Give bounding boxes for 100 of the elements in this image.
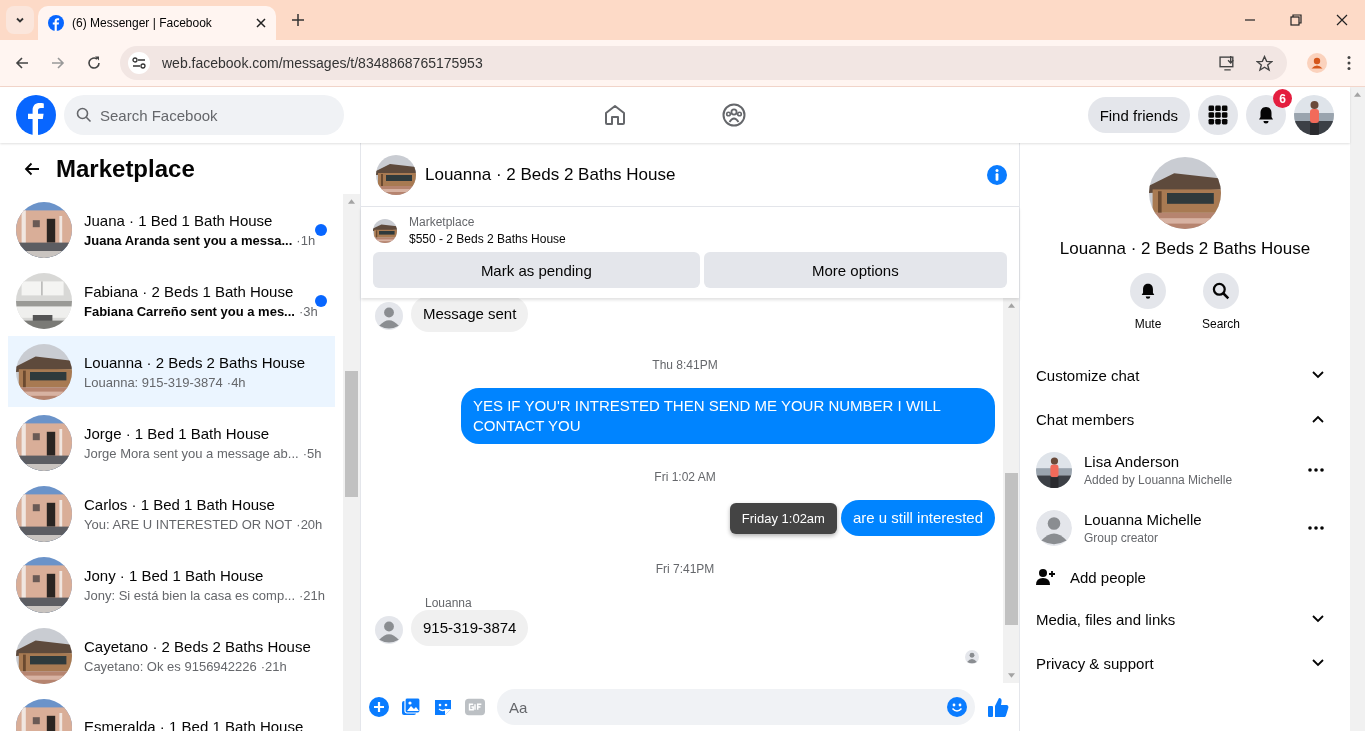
message-time: ·21h xyxy=(299,587,326,603)
message-field[interactable]: Aa xyxy=(497,689,975,725)
sender-name: Louanna xyxy=(425,596,472,610)
listing-action-button[interactable]: Mark as pending xyxy=(373,252,700,288)
back-icon[interactable] xyxy=(14,55,30,71)
default-avatar-icon xyxy=(965,650,979,664)
menu-button[interactable] xyxy=(1198,95,1238,135)
tab-title: (6) Messenger | Facebook xyxy=(72,16,213,30)
conversation-title: Fabiana · 2 Beds 1 Bath House xyxy=(84,282,295,300)
plus-icon[interactable] xyxy=(369,697,389,717)
message-bubble: Message sent xyxy=(411,298,529,332)
message-time: ·4h xyxy=(226,374,246,390)
message-time: ·21h xyxy=(260,658,287,674)
home-icon[interactable] xyxy=(603,103,627,127)
action-label: Search xyxy=(1202,317,1240,331)
conversation-item[interactable]: Jony · 1 Bed 1 Bath House Jony: Si está bien la casa es comp... ·21h xyxy=(8,549,335,620)
message-preview: Louanna: 915-319-3874 xyxy=(84,374,223,390)
add-people-item[interactable]: Add people xyxy=(1020,557,1350,597)
message-preview: You: ARE U INTERESTED OR NOT xyxy=(84,516,293,532)
mute-button[interactable] xyxy=(1130,273,1166,309)
thumbs-up-icon[interactable] xyxy=(987,696,1009,718)
notification-badge: 6 xyxy=(1273,89,1292,108)
member-role: Group creator xyxy=(1084,531,1160,545)
notifications-button[interactable] xyxy=(1246,95,1286,135)
message-bubble: YES IF YOU'R INTRESTED THEN SEND ME YOUR NUMBER I WILL CONTACT YOU xyxy=(461,388,995,444)
timestamp: Fri 1:02 AM xyxy=(654,470,716,484)
groups-icon[interactable] xyxy=(722,103,746,127)
message-preview: Fabiana Carreño sent you a mes... xyxy=(84,303,295,319)
conversation-item[interactable]: Louanna · 2 Beds 2 Baths House Louanna: 915-319-3874 ·4h xyxy=(8,336,335,407)
info-icon[interactable] xyxy=(987,164,1007,185)
message-bubble: 915-319-3874 xyxy=(411,610,529,646)
scrollbar[interactable] xyxy=(343,194,360,731)
search-field[interactable]: Search Facebook xyxy=(64,95,344,135)
grid-icon xyxy=(1208,105,1228,125)
action-label: Mute xyxy=(1134,317,1162,331)
bell-icon xyxy=(1139,282,1157,300)
message-preview: Juana Aranda sent you a messa... xyxy=(84,232,293,248)
tooltip: Friday 1:02am xyxy=(729,502,837,534)
more-icon[interactable] xyxy=(1308,526,1324,530)
reload-icon[interactable] xyxy=(86,55,102,71)
conversation-item[interactable]: Cayetano · 2 Beds 2 Baths House Cayetano: Ok es 9156942226 ·21h xyxy=(8,620,335,691)
conversation-title: Cayetano · 2 Beds 2 Baths House xyxy=(84,637,312,655)
address-field[interactable]: web.facebook.com/messages/t/8348868765175953 xyxy=(120,46,1287,80)
message-time: ·5h xyxy=(302,445,322,461)
conversation-title: Jony · 1 Bed 1 Bath House xyxy=(84,566,265,584)
member-role: Added by Louanna Michelle xyxy=(1084,473,1233,487)
default-avatar-icon xyxy=(375,302,403,330)
bell-icon xyxy=(1256,105,1276,125)
conversation-item[interactable]: Fabiana · 2 Beds 1 Bath House Fabiana Carreño sent you a mes... ·3h xyxy=(8,265,335,336)
facebook-logo-icon[interactable] xyxy=(16,95,56,135)
close-icon[interactable] xyxy=(256,18,266,28)
message-preview: Jony: Si está bien la casa es comp... xyxy=(84,587,295,603)
message-preview: Cayetano: Ok es 9156942226 xyxy=(84,658,257,674)
listing-label: Marketplace xyxy=(409,215,476,229)
timestamp: Thu 8:41PM xyxy=(652,358,718,372)
image-icon[interactable] xyxy=(401,697,421,717)
profile-icon[interactable] xyxy=(1307,53,1327,73)
install-app-icon[interactable] xyxy=(1219,54,1236,72)
section-header[interactable]: Media, files and links xyxy=(1020,597,1350,641)
section-header[interactable]: Chat members xyxy=(1020,397,1350,441)
restore-icon[interactable] xyxy=(1290,14,1302,26)
timestamp: Fri 7:41PM xyxy=(655,562,715,576)
sticker-icon[interactable] xyxy=(433,697,453,717)
member-name: Louanna Michelle xyxy=(1084,511,1202,528)
chat-title: Louanna · 2 Beds 2 Baths House xyxy=(425,164,676,185)
star-icon[interactable] xyxy=(1256,54,1273,72)
facebook-logo-icon xyxy=(48,15,64,31)
more-icon[interactable] xyxy=(1308,468,1324,472)
forward-icon[interactable] xyxy=(50,55,66,71)
message-time: ·1h xyxy=(296,232,316,248)
close-icon[interactable] xyxy=(1336,14,1348,26)
menu-icon[interactable] xyxy=(1347,55,1351,71)
browser-tab[interactable]: (6) Messenger | Facebook xyxy=(38,6,276,40)
site-settings-icon[interactable] xyxy=(128,52,150,74)
conversation-item[interactable]: Juana · 1 Bed 1 Bath House Juana Aranda sent you a messa... ·1h xyxy=(8,194,335,265)
emoji-icon[interactable] xyxy=(947,697,967,717)
conversation-item[interactable]: Jorge · 1 Bed 1 Bath House Jorge Mora sent you a message ab... ·5h xyxy=(8,407,335,478)
member-name: Lisa Anderson xyxy=(1084,453,1181,470)
scrollbar[interactable] xyxy=(1350,87,1365,731)
listing-title: $550 - 2 Beds 2 Baths House xyxy=(409,232,566,246)
add-person-icon xyxy=(1036,568,1056,586)
conversation-title: Carlos · 1 Bed 1 Bath House xyxy=(84,495,276,513)
message-time: ·3h xyxy=(298,303,318,319)
section-header[interactable]: Privacy & support xyxy=(1020,641,1350,685)
conversation-title: Juana · 1 Bed 1 Bath House xyxy=(84,211,274,229)
back-icon[interactable] xyxy=(24,160,40,177)
conversation-item[interactable]: Carlos · 1 Bed 1 Bath House You: ARE U INTERESTED OR NOT ·20h xyxy=(8,478,335,549)
scrollbar-thumb[interactable] xyxy=(345,371,358,497)
section-header[interactable]: Customize chat xyxy=(1020,353,1350,397)
search-icon xyxy=(1212,282,1230,300)
conversation-title: Louanna · 2 Beds 2 Baths House xyxy=(84,353,306,371)
find-friends-button[interactable]: Find friends xyxy=(1087,97,1190,133)
scrollbar-thumb[interactable] xyxy=(1004,473,1018,625)
message-time: ·20h xyxy=(296,516,323,532)
conversation-title: Jorge · 1 Bed 1 Bath House xyxy=(84,424,271,442)
listing-action-button[interactable]: More options xyxy=(703,252,1007,288)
new-tab-icon[interactable] xyxy=(292,14,304,26)
scrollbar[interactable] xyxy=(1003,298,1019,683)
search-button[interactable] xyxy=(1203,273,1239,309)
message-bubble: are u still interested xyxy=(840,500,995,536)
